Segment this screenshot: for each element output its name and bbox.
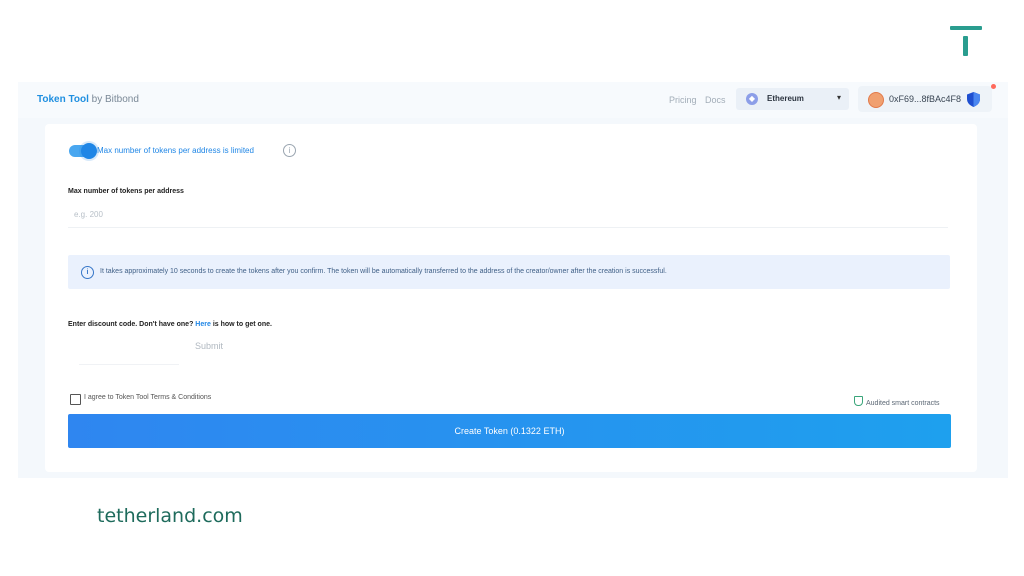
logo-stem — [963, 36, 968, 56]
info-icon: i — [81, 266, 94, 279]
discount-label-suffix: is how to get one. — [210, 321, 272, 328]
screenshot-frame: Token Tool by Bitbond Pricing Docs ◆ Eth… — [18, 82, 1008, 478]
site-caption: tetherland.com — [97, 505, 243, 527]
terms-label[interactable]: I agree to Token Tool Terms & Conditions — [84, 394, 211, 401]
chevron-down-icon: ▾ — [836, 93, 841, 102]
ethereum-icon: ◆ — [746, 93, 758, 105]
brand-suffix: by Bitbond — [88, 94, 139, 105]
audited-text: Audited smart contracts — [866, 400, 940, 407]
fox-avatar-icon — [868, 92, 884, 108]
info-icon[interactable]: i — [283, 144, 296, 157]
token-form-card: Max number of tokens per address is limi… — [45, 124, 977, 472]
shield-icon — [967, 92, 980, 107]
audited-contracts-badge: Audited smart contracts — [854, 396, 940, 407]
discount-label: Enter discount code. Don't have one? Her… — [68, 321, 272, 328]
max-tokens-input[interactable] — [68, 202, 948, 228]
network-select[interactable]: ◆ Ethereum ▾ — [736, 88, 849, 110]
wallet-address: 0xF69...8fBAc4F8 — [889, 94, 962, 104]
notice-text: It takes approximately 10 seconds to cre… — [100, 268, 667, 275]
create-token-button[interactable]: Create Token (0.1322 ETH) — [68, 414, 951, 448]
nav-pricing-link[interactable]: Pricing — [669, 95, 697, 105]
toggle-knob — [81, 143, 97, 159]
info-notice: i It takes approximately 10 seconds to c… — [68, 255, 950, 289]
brand-logo[interactable]: Token Tool by Bitbond — [37, 94, 139, 105]
logo-bar — [950, 26, 982, 30]
discount-code-input[interactable] — [79, 336, 179, 365]
notification-dot — [991, 84, 996, 89]
discount-label-prefix: Enter discount code. Don't have one? — [68, 321, 196, 328]
max-tokens-label: Max number of tokens per address — [68, 188, 184, 195]
shield-check-icon — [854, 396, 863, 406]
wallet-button[interactable]: 0xF69...8fBAc4F8 — [858, 86, 992, 112]
nav-docs-link[interactable]: Docs — [705, 95, 726, 105]
discount-submit-button[interactable]: Submit — [195, 341, 223, 351]
limit-toggle[interactable] — [69, 143, 97, 159]
brand-name: Token Tool — [37, 94, 89, 105]
discount-help-link[interactable]: Here — [195, 321, 211, 328]
tetherland-logo-icon — [950, 26, 982, 60]
network-label: Ethereum — [767, 94, 804, 103]
limit-toggle-label: Max number of tokens per address is limi… — [97, 146, 254, 155]
top-navbar: Token Tool by Bitbond Pricing Docs ◆ Eth… — [18, 82, 1008, 118]
terms-checkbox[interactable] — [70, 394, 81, 405]
